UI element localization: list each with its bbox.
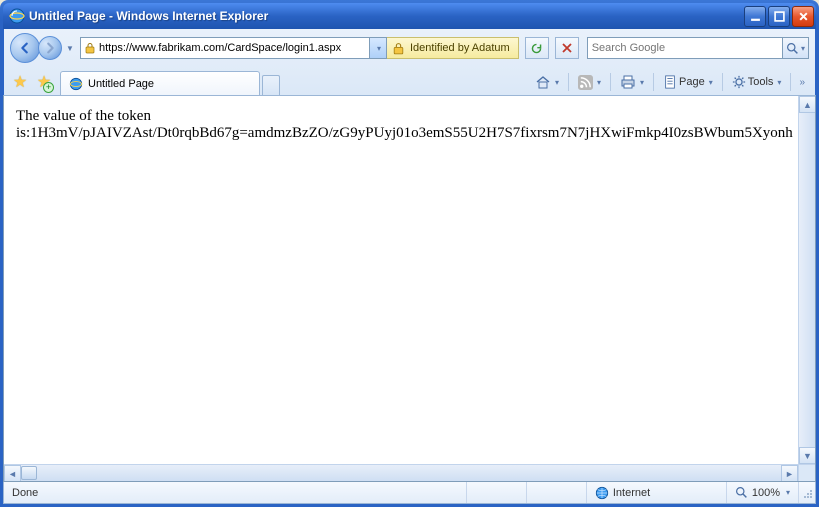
status-pane-empty-1: [467, 482, 527, 503]
tab-active[interactable]: Untitled Page: [60, 71, 260, 95]
nav-history-dropdown[interactable]: ▼: [62, 36, 76, 60]
refresh-button[interactable]: [525, 37, 549, 59]
scroll-down-button[interactable]: ▼: [799, 447, 816, 464]
printer-icon: [620, 74, 636, 90]
address-dropdown[interactable]: ▾: [370, 37, 387, 59]
stop-button[interactable]: [555, 37, 579, 59]
tab-row: ★ ★ Untitled Page ▾ ▾: [4, 67, 815, 95]
magnifier-icon: [735, 486, 748, 499]
scroll-corner: [798, 464, 815, 481]
gear-icon: [732, 75, 746, 89]
body-line-2: is:1H3mV/pJAIVZAst/Dt0rqbBd67g=amdmzBzZO…: [16, 125, 803, 142]
status-text: Done: [4, 482, 467, 503]
ie-logo-icon: [9, 8, 25, 24]
search-button[interactable]: ▾: [783, 37, 809, 59]
browser-chrome: ▼ https://www.fabrikam.com/CardSpace/log…: [3, 29, 816, 95]
new-tab-button[interactable]: [262, 75, 280, 95]
lock-icon: [392, 42, 405, 55]
navigation-row: ▼ https://www.fabrikam.com/CardSpace/log…: [4, 29, 815, 67]
zoom-value: 100%: [752, 487, 780, 499]
back-button[interactable]: [10, 33, 40, 63]
address-group: https://www.fabrikam.com/CardSpace/login…: [80, 37, 519, 59]
home-icon: [535, 74, 551, 90]
internet-zone-icon: [595, 486, 609, 500]
page-icon: [663, 75, 677, 89]
tools-menu-button[interactable]: Tools▾: [727, 71, 787, 93]
page-menu-button[interactable]: Page▾: [658, 71, 718, 93]
tools-menu-label: Tools: [748, 76, 774, 88]
home-button[interactable]: ▾: [530, 71, 564, 93]
close-button[interactable]: [792, 6, 814, 27]
security-zone-label: Internet: [613, 487, 650, 499]
page-menu-label: Page: [679, 76, 705, 88]
title-bar[interactable]: Untitled Page - Windows Internet Explore…: [3, 3, 816, 29]
vertical-scrollbar[interactable]: ▲ ▼: [798, 96, 815, 464]
body-line-1: The value of the token: [16, 108, 803, 125]
star-icon: ★: [13, 72, 27, 92]
maximize-button[interactable]: [768, 6, 790, 27]
scroll-right-button[interactable]: ►: [781, 465, 798, 482]
address-url: https://www.fabrikam.com/CardSpace/login…: [99, 42, 367, 54]
page-body: The value of the token is:1H3mV/pJAIVZAs…: [4, 96, 815, 481]
address-bar[interactable]: https://www.fabrikam.com/CardSpace/login…: [80, 37, 370, 59]
scroll-up-button[interactable]: ▲: [799, 96, 816, 113]
browser-window: Untitled Page - Windows Internet Explore…: [0, 0, 819, 507]
print-button[interactable]: ▾: [615, 71, 649, 93]
status-pane-empty-2: [527, 482, 587, 503]
horizontal-scrollbar[interactable]: ◄ ►: [4, 464, 798, 481]
toolbar-overflow-button[interactable]: »: [795, 77, 809, 88]
ie-page-icon: [69, 77, 83, 91]
zoom-control[interactable]: 100% ▾: [727, 482, 799, 503]
forward-button[interactable]: [38, 36, 62, 60]
feeds-button[interactable]: ▾: [573, 71, 606, 93]
star-plus-icon: ★: [37, 72, 51, 92]
rss-icon: [578, 75, 593, 90]
search-group: ▾: [587, 37, 809, 59]
minimize-button[interactable]: [744, 6, 766, 27]
content-area: The value of the token is:1H3mV/pJAIVZAs…: [3, 95, 816, 482]
magnifier-icon: [786, 42, 799, 55]
tab-title: Untitled Page: [88, 78, 154, 90]
command-bar: ▾ ▾ ▾ Page▾ Tools▾: [530, 71, 809, 93]
search-input[interactable]: [587, 37, 783, 59]
horizontal-scroll-thumb[interactable]: [21, 466, 37, 480]
status-bar: Done Internet 100% ▾: [3, 482, 816, 504]
scroll-left-button[interactable]: ◄: [4, 465, 21, 482]
identity-label: Identified by Adatum: [410, 42, 510, 54]
favorites-button[interactable]: ★: [10, 72, 30, 92]
lock-icon: [84, 42, 96, 54]
security-zone[interactable]: Internet: [587, 482, 727, 503]
identity-indicator[interactable]: Identified by Adatum: [387, 37, 519, 59]
chevron-down-icon: ▾: [786, 488, 790, 497]
window-title: Untitled Page - Windows Internet Explore…: [29, 9, 744, 23]
add-favorites-button[interactable]: ★: [34, 72, 54, 92]
resize-grip[interactable]: [799, 485, 815, 501]
